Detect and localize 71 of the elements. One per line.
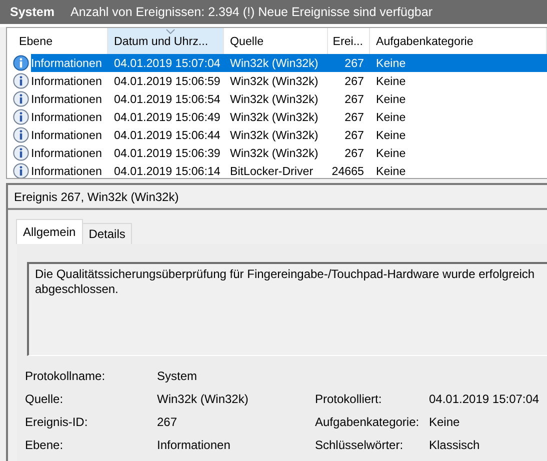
sort-caret-icon	[166, 29, 174, 34]
property-value: Keine	[429, 415, 460, 429]
table-cell: Keine	[376, 56, 406, 70]
table-cell: Informationen	[31, 74, 102, 88]
table-cell: 267	[344, 146, 364, 160]
column-header[interactable]: Datum und Uhrz...	[108, 28, 224, 54]
table-cell: 04.01.2019 15:06:14	[114, 164, 220, 178]
property-label: Schlüsselwörter:	[315, 438, 404, 452]
event-title: Ereignis 267, Win32k (Win32k)	[8, 185, 547, 210]
table-cell: Win32k (Win32k)	[230, 128, 318, 142]
table-cell: Win32k (Win32k)	[230, 92, 318, 106]
table-cell: Keine	[376, 146, 406, 160]
property-label: Quelle:	[25, 392, 64, 406]
property-label: Protokolliert:	[315, 392, 383, 406]
property-value: Informationen	[157, 438, 232, 452]
log-title: System	[10, 5, 54, 19]
table-cell: 267	[344, 128, 364, 142]
table-cell: Keine	[376, 74, 406, 88]
property-label: Aufgabenkategorie:	[315, 415, 420, 429]
info-icon	[13, 55, 29, 71]
event-row[interactable]: Informationen 04.01.2019 15:06:59 Win32k (Win32k) 267 Keine	[7, 72, 547, 90]
table-cell: 24665	[332, 164, 364, 178]
table-cell: 267	[344, 74, 364, 88]
event-count-summary: Anzahl von Ereignissen: 2.394 (!) Neue Ereignisse sind verfügbar	[70, 5, 432, 19]
event-description: Die Qualitätssicherungsüberprüfung für Fingereingabe-/Touchpad-Hardware wurde erfolgreich abgeschlossen.	[27, 262, 547, 356]
info-icon	[13, 109, 29, 125]
table-cell: 04.01.2019 15:06:49	[114, 110, 220, 124]
table-cell: Informationen	[31, 146, 102, 160]
table-cell: 267	[344, 92, 364, 106]
property-value: 267	[157, 415, 178, 429]
table-cell: 04.01.2019 15:06:54	[114, 92, 220, 106]
table-cell: Informationen	[31, 56, 102, 70]
table-cell: Win32k (Win32k)	[230, 74, 318, 88]
table-cell: Keine	[376, 92, 406, 106]
tab[interactable]: Details	[82, 223, 132, 244]
property-value: 04.01.2019 15:07:04	[429, 392, 540, 406]
property-value: System	[157, 369, 198, 383]
table-cell: 04.01.2019 15:06:44	[114, 128, 220, 142]
table-cell: Informationen	[31, 110, 102, 124]
event-row[interactable]: Informationen 04.01.2019 15:06:14 BitLocker-Driver 24665 Keine	[7, 162, 547, 178]
info-icon	[13, 127, 29, 143]
table-cell: 04.01.2019 15:06:59	[114, 74, 220, 88]
event-row[interactable]: Informationen 04.01.2019 15:06:44 Win32k (Win32k) 267 Keine	[7, 126, 547, 144]
property-label: Ebene:	[25, 438, 64, 452]
property-value: Klassisch	[429, 438, 480, 452]
event-row[interactable]: Informationen 04.01.2019 15:06:54 Win32k (Win32k) 267 Keine	[7, 90, 547, 108]
table-cell: Keine	[376, 110, 406, 124]
table-cell: 267	[344, 56, 364, 70]
table-cell: Informationen	[31, 92, 102, 106]
table-cell: 267	[344, 110, 364, 124]
event-row[interactable]: Informationen 04.01.2019 15:06:39 Win32k (Win32k) 267 Keine	[7, 144, 547, 162]
table-cell: Informationen	[31, 128, 102, 142]
table-cell: Win32k (Win32k)	[230, 56, 318, 70]
info-icon	[13, 91, 29, 107]
tab[interactable]: Allgemein	[16, 219, 83, 244]
table-cell: Win32k (Win32k)	[230, 110, 318, 124]
property-value: Win32k (Win32k)	[157, 392, 250, 406]
info-icon	[13, 163, 29, 178]
info-icon	[13, 145, 29, 161]
table-cell: 04.01.2019 15:07:04	[114, 56, 220, 70]
event-row[interactable]: Informationen 04.01.2019 15:06:49 Win32k (Win32k) 267 Keine	[7, 108, 547, 126]
table-cell: BitLocker-Driver	[230, 164, 314, 178]
table-cell: 04.01.2019 15:06:39	[114, 146, 220, 160]
table-cell: Win32k (Win32k)	[230, 146, 318, 160]
property-label: Ereignis-ID:	[25, 415, 89, 429]
info-icon	[13, 73, 29, 89]
table-cell: Informationen	[31, 164, 102, 178]
table-cell: Keine	[376, 128, 406, 142]
event-row[interactable]: Informationen 04.01.2019 15:07:04 Win32k (Win32k) 267 Keine	[7, 54, 547, 72]
property-label: Protokollname:	[25, 369, 106, 383]
table-cell: Keine	[376, 164, 406, 178]
